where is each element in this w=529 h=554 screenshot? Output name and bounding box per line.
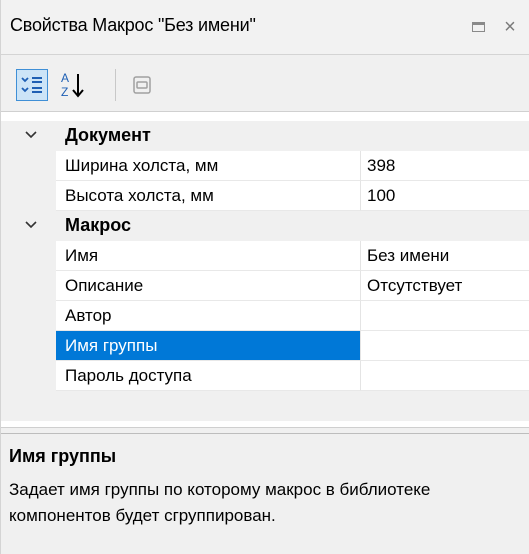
property-row[interactable]: Имя Без имени — [1, 241, 529, 271]
sort-alphabetical-icon: A Z — [61, 71, 84, 99]
window-title: Свойства Макрос "Без имени" — [10, 15, 256, 35]
help-panel: Имя группы Задает имя группы по которому… — [1, 433, 529, 554]
chevron-down-icon[interactable] — [24, 128, 38, 142]
property-name-cell[interactable]: Имя — [56, 241, 361, 271]
property-pages-button[interactable] — [127, 69, 157, 101]
property-name: Описание — [65, 276, 144, 295]
row-margin — [1, 331, 56, 361]
property-name: Имя группы — [65, 336, 158, 355]
title-bar[interactable]: Свойства Макрос "Без имени" × — [1, 0, 529, 55]
sort-alphabetical-button[interactable]: A Z — [56, 69, 90, 101]
property-row-selected[interactable]: Имя группы — [1, 331, 529, 361]
alpha-bottom-letter: Z — [61, 85, 68, 99]
category-row-document[interactable]: Документ — [1, 121, 529, 151]
property-grid: Документ Ширина холста, мм 398 Высота хо… — [1, 121, 529, 421]
row-margin — [1, 301, 56, 331]
property-value-cell[interactable]: 100 — [361, 181, 529, 211]
property-value: Без имени — [367, 246, 450, 265]
property-value-cell[interactable] — [361, 301, 529, 331]
property-row[interactable]: Высота холста, мм 100 — [1, 181, 529, 211]
toolbar: A Z — [1, 55, 529, 112]
property-row[interactable]: Описание Отсутствует — [1, 271, 529, 301]
alpha-top-letter: A — [61, 71, 69, 85]
help-description: Задает имя группы по которому макрос в б… — [9, 480, 431, 525]
property-name: Автор — [65, 306, 112, 325]
row-margin — [1, 361, 56, 391]
category-label: Документ — [65, 125, 151, 145]
grid-empty-area — [1, 391, 529, 421]
close-icon: × — [504, 15, 516, 38]
property-name-cell[interactable]: Ширина холста, мм — [56, 151, 361, 181]
help-title: Имя группы — [9, 446, 117, 466]
row-margin — [1, 181, 56, 211]
categorized-button[interactable] — [16, 69, 48, 101]
row-margin — [1, 271, 56, 301]
property-name-cell[interactable]: Пароль доступа — [56, 361, 361, 391]
property-name-cell[interactable]: Имя группы — [56, 331, 361, 361]
property-name-cell[interactable]: Описание — [56, 271, 361, 301]
property-value-cell[interactable] — [361, 331, 529, 361]
property-name: Имя — [65, 246, 99, 265]
property-pages-icon — [133, 76, 151, 94]
property-name: Высота холста, мм — [65, 186, 214, 205]
property-row[interactable]: Пароль доступа — [1, 361, 529, 391]
row-margin — [1, 241, 56, 271]
category-row-macro[interactable]: Макрос — [1, 211, 529, 241]
property-value: 100 — [367, 186, 396, 205]
property-value-cell[interactable]: Отсутствует — [361, 271, 529, 301]
property-name-cell[interactable]: Высота холста, мм — [56, 181, 361, 211]
toolbar-separator — [115, 69, 116, 101]
property-value-cell[interactable] — [361, 361, 529, 391]
property-value-cell[interactable]: 398 — [361, 151, 529, 181]
property-value: 398 — [367, 156, 396, 175]
property-value: Отсутствует — [367, 276, 463, 295]
properties-window: Свойства Макрос "Без имени" × A Z Докуме… — [0, 0, 529, 554]
row-margin — [1, 151, 56, 181]
restore-icon — [471, 22, 485, 32]
property-row[interactable]: Ширина холста, мм 398 — [1, 151, 529, 181]
property-name-cell[interactable]: Автор — [56, 301, 361, 331]
category-label: Макрос — [65, 215, 131, 235]
property-value-cell[interactable]: Без имени — [361, 241, 529, 271]
restore-button[interactable] — [465, 14, 491, 40]
chevron-down-icon[interactable] — [24, 218, 38, 232]
property-name: Пароль доступа — [65, 366, 192, 385]
property-row[interactable]: Автор — [1, 301, 529, 331]
categorized-icon — [21, 77, 42, 93]
property-name: Ширина холста, мм — [65, 156, 219, 175]
close-button[interactable]: × — [497, 14, 523, 40]
